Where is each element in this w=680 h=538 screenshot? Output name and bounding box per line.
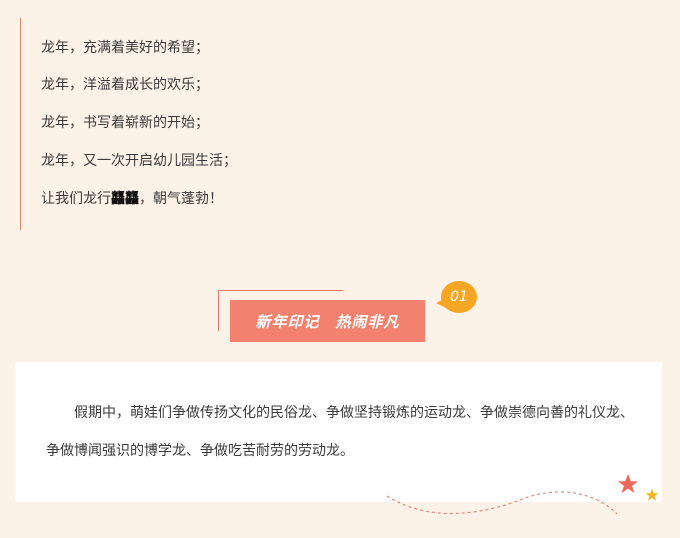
poem-last-prefix: 让我们龙行 (41, 191, 111, 207)
poem-line: 龙年，又一次开启幼儿园生活； (41, 153, 237, 169)
poem-block: 龙年，充满着美好的希望； 龙年，洋溢着成长的欢乐； 龙年，书写着崭新的开始； 龙… (20, 18, 661, 230)
poem-line: 龙年，书写着崭新的开始； (41, 115, 209, 131)
poem-line: 龙年，洋溢着成长的欢乐； (41, 77, 209, 93)
yellow-star-icon (645, 488, 659, 501)
section-number-badge: 01 (441, 281, 477, 313)
red-star-icon (617, 473, 639, 494)
decorative-wave (386, 491, 618, 515)
card-paragraph: 假期中，萌娃们争做传扬文化的民俗龙、争做坚持锻炼的运动龙、争做崇德向善的礼仪龙、… (46, 405, 634, 459)
section-title: 新年印记 热闹非凡 (230, 300, 425, 342)
poem-last-suffix: ，朝气蓬勃！ (139, 191, 223, 207)
poem-line: 龙年，充满着美好的希望； (41, 40, 209, 56)
poem-line-last: 让我们龙行龘龘，朝气蓬勃！ (41, 188, 223, 208)
poem-emph-text: 龘龘 (111, 191, 139, 207)
content-card: 假期中，萌娃们争做传扬文化的民俗龙、争做坚持锻炼的运动龙、争做崇德向善的礼仪龙、… (15, 362, 662, 502)
